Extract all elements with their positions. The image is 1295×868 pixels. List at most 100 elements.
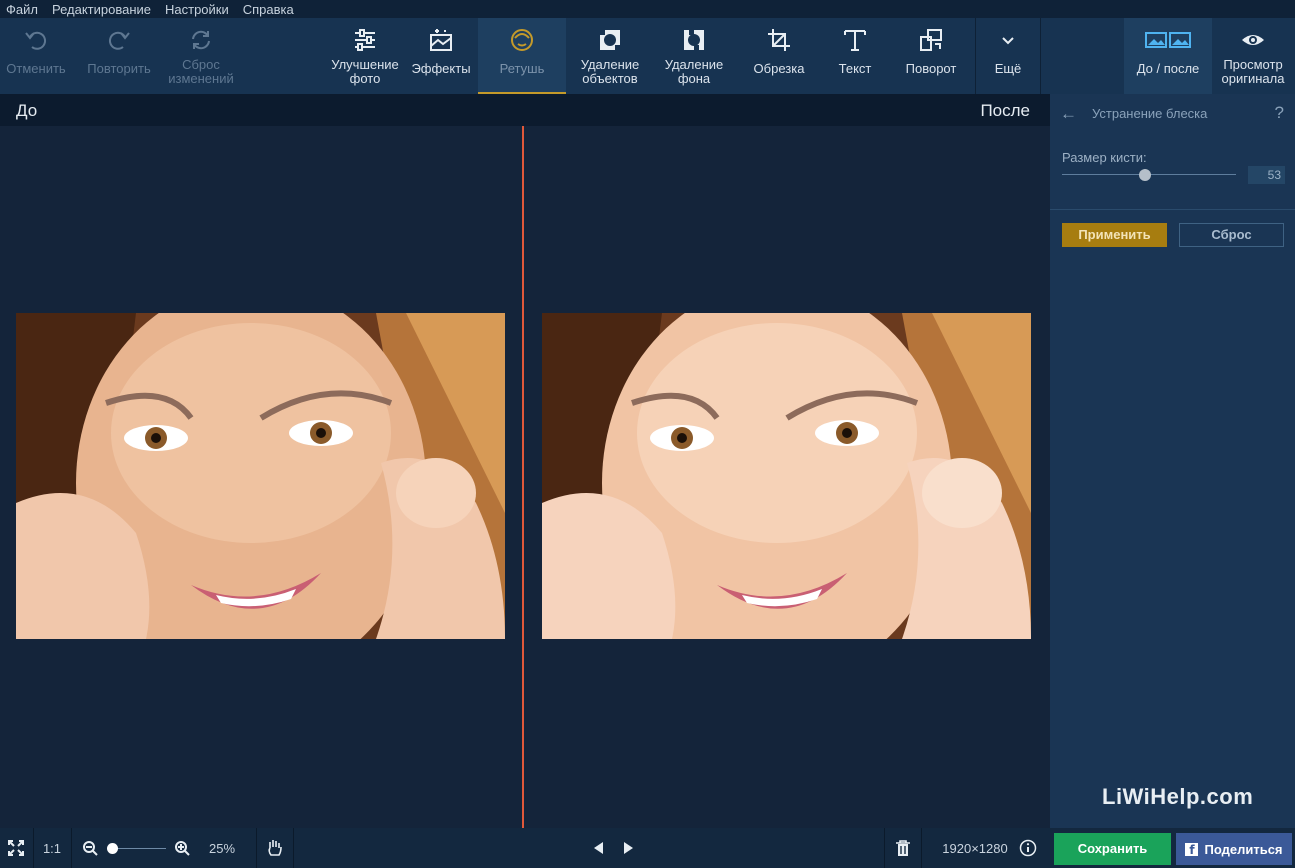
panel-divider xyxy=(1050,209,1295,210)
remove-background-label-1: Удаление xyxy=(664,57,724,72)
toolbar: Отменить Повторить Сброс изменений Улучш… xyxy=(0,18,1295,94)
sliders-icon xyxy=(352,18,378,62)
effects-label: Эффекты xyxy=(411,61,471,76)
hand-tool-button[interactable] xyxy=(258,828,292,868)
rotate-button[interactable]: Поворот xyxy=(894,18,968,94)
statusbar-separator xyxy=(256,828,257,868)
share-button[interactable]: f Поделиться xyxy=(1176,833,1292,865)
remove-objects-label-1: Удаление xyxy=(580,57,640,72)
remove-background-button[interactable]: Удаление фона xyxy=(654,18,734,94)
rotate-label: Поворот xyxy=(905,61,957,76)
statusbar-separator xyxy=(884,828,885,868)
menu-edit[interactable]: Редактирование xyxy=(46,2,159,17)
panel-header: ← Устранение блеска ? xyxy=(1050,94,1295,132)
remove-objects-button[interactable]: Удаление объектов xyxy=(570,18,650,94)
zoom-slider-handle[interactable] xyxy=(107,843,118,854)
retouch-label: Ретушь xyxy=(499,61,545,76)
reset-label-1: Сброс xyxy=(182,57,220,72)
redo-icon xyxy=(106,18,132,62)
view-original-label-2: оригинала xyxy=(1221,71,1285,86)
after-label: После xyxy=(980,101,1030,120)
remove-background-icon xyxy=(681,18,707,62)
zoom-in-icon[interactable] xyxy=(172,828,192,868)
zoom-level: 25% xyxy=(208,840,236,856)
zoom-out-icon[interactable] xyxy=(80,828,100,868)
eye-icon xyxy=(1240,18,1266,62)
trash-icon xyxy=(896,840,910,856)
after-image xyxy=(542,313,1031,639)
facebook-icon: f xyxy=(1185,842,1199,857)
refresh-icon xyxy=(188,18,214,62)
hand-icon xyxy=(268,840,282,856)
before-after-icon xyxy=(1144,18,1192,62)
crop-label: Обрезка xyxy=(753,61,805,76)
face-icon xyxy=(509,18,535,62)
text-label: Текст xyxy=(838,61,872,76)
next-image-button[interactable] xyxy=(619,828,639,868)
fullscreen-icon xyxy=(8,840,24,856)
brush-size-input[interactable]: 53 xyxy=(1248,166,1285,184)
undo-icon xyxy=(23,18,49,62)
fullscreen-button[interactable] xyxy=(0,828,32,868)
more-label: Ещё xyxy=(994,61,1022,76)
effects-icon xyxy=(428,18,454,62)
info-icon[interactable] xyxy=(1018,828,1038,868)
actual-size-button[interactable]: 1:1 xyxy=(34,828,70,868)
watermark: LiWiHelp.com xyxy=(1102,784,1254,809)
crop-button[interactable]: Обрезка xyxy=(742,18,816,94)
enhance-label-2: фото xyxy=(349,71,381,86)
help-icon[interactable]: ? xyxy=(1275,103,1284,123)
previous-image-button[interactable] xyxy=(588,828,608,868)
image-dimensions: 1920×1280 xyxy=(942,840,1008,856)
statusbar-separator xyxy=(293,828,294,868)
before-after-button[interactable]: До / после xyxy=(1124,18,1212,94)
enhance-label-1: Улучшение xyxy=(331,57,399,72)
enhance-photo-button[interactable]: Улучшение фото xyxy=(326,18,404,94)
view-original-label-1: Просмотр xyxy=(1223,57,1283,72)
remove-background-label-2: фона xyxy=(677,71,711,86)
triangle-left-icon xyxy=(594,842,603,854)
save-button[interactable]: Сохранить xyxy=(1054,833,1171,865)
text-button[interactable]: Текст xyxy=(818,18,892,94)
before-label: До xyxy=(16,101,38,120)
toolbar-separator xyxy=(1040,18,1041,94)
share-label: Поделиться xyxy=(1204,841,1283,857)
compare-divider xyxy=(522,126,524,828)
before-after-label: До / после xyxy=(1136,61,1200,76)
retouch-button[interactable]: Ретушь xyxy=(478,18,566,94)
remove-objects-icon xyxy=(597,18,623,62)
undo-label: Отменить xyxy=(6,61,66,76)
reset-button[interactable]: Сброс xyxy=(1179,223,1284,247)
back-arrow-icon[interactable]: ← xyxy=(1060,104,1077,124)
rotate-icon xyxy=(918,18,944,62)
panel-title: Устранение блеска xyxy=(1092,106,1208,121)
chevron-down-icon xyxy=(999,18,1017,62)
menu-bar: Файл Редактирование Настройки Справка xyxy=(0,0,1295,18)
before-image xyxy=(16,313,505,639)
effects-button[interactable]: Эффекты xyxy=(404,18,478,94)
reset-label-2: изменений xyxy=(168,71,234,86)
delete-button[interactable] xyxy=(886,828,920,868)
brush-size-label: Размер кисти: xyxy=(1062,150,1147,165)
statusbar-separator xyxy=(921,828,922,868)
undo-button[interactable]: Отменить xyxy=(0,18,72,94)
brush-size-slider-handle[interactable] xyxy=(1139,169,1151,181)
zoom-slider[interactable] xyxy=(112,848,166,849)
reset-changes-button[interactable]: Сброс изменений xyxy=(162,18,240,94)
photo-editor-window: Файл Редактирование Настройки Справка От… xyxy=(0,0,1295,868)
menu-settings[interactable]: Настройки xyxy=(159,2,237,17)
apply-button[interactable]: Применить xyxy=(1062,223,1167,247)
triangle-right-icon xyxy=(624,842,633,854)
redo-label: Повторить xyxy=(87,61,151,76)
crop-icon xyxy=(766,18,792,62)
more-button[interactable]: Ещё xyxy=(976,18,1040,94)
retouch-panel: ← Устранение блеска ? Размер кисти: 53 П… xyxy=(1050,94,1295,828)
statusbar-separator xyxy=(71,828,72,868)
menu-file[interactable]: Файл xyxy=(0,2,46,17)
remove-objects-label-2: объектов xyxy=(582,71,638,86)
view-original-button[interactable]: Просмотр оригинала xyxy=(1214,18,1292,94)
redo-button[interactable]: Повторить xyxy=(80,18,158,94)
menu-help[interactable]: Справка xyxy=(237,2,302,17)
text-icon xyxy=(842,18,868,62)
compare-header: До После xyxy=(0,94,1050,126)
